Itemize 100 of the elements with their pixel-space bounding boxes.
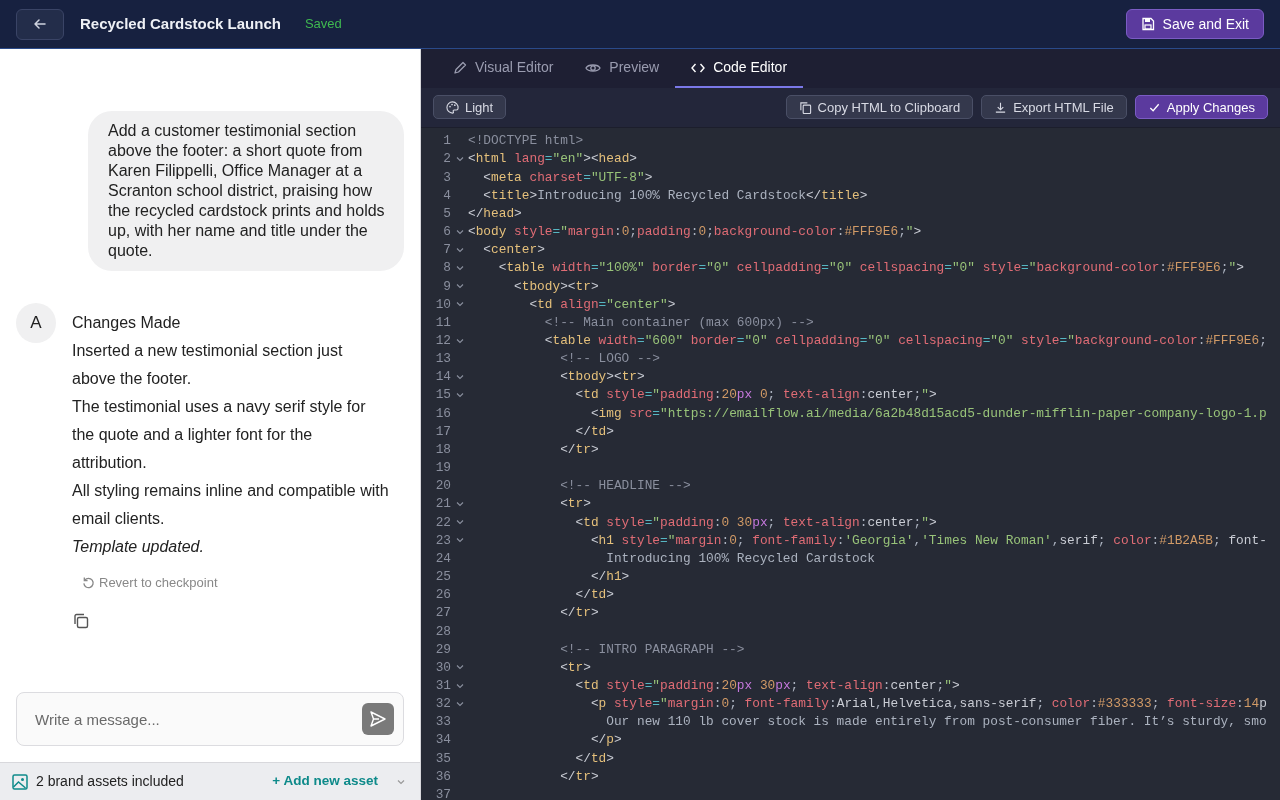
line-number: 32 xyxy=(434,695,451,714)
copy-html-button[interactable]: Copy HTML to Clipboard xyxy=(785,95,974,120)
line-number: 24 xyxy=(434,549,451,568)
line-number: 11 xyxy=(434,313,451,332)
code-line: </h1> xyxy=(589,568,630,587)
copy-icon xyxy=(798,100,812,114)
code-line: <html lang="en"><head> xyxy=(468,150,637,169)
back-arrow-icon xyxy=(33,17,47,31)
line-number: 19 xyxy=(434,459,451,478)
code-line: <td align="center"> xyxy=(528,295,676,314)
code-line: <!-- Main container (max 600px) --> xyxy=(543,313,814,332)
line-number: 31 xyxy=(434,676,451,695)
code-line: <table width="600" border="0" cellpadding="0" cellspacing="0" style="background-color:#FFF9E6; xyxy=(543,332,1267,350)
line-number: 18 xyxy=(434,440,451,459)
project-title: Recycled Cardstock Launch xyxy=(80,13,281,34)
line-number: 34 xyxy=(434,731,451,750)
line-number: 12 xyxy=(434,332,451,350)
line-number: 21 xyxy=(434,495,451,514)
line-number: 25 xyxy=(434,568,451,587)
message-text: The testimonial uses a navy serif style for the quote and a lighter font for the attribution. xyxy=(72,397,367,473)
line-number: 16 xyxy=(434,404,451,423)
line-number: 20 xyxy=(434,477,451,496)
send-button[interactable] xyxy=(362,703,394,735)
assistant-avatar: A xyxy=(16,303,56,343)
fold-caret-icon[interactable] xyxy=(455,664,464,671)
line-number: 30 xyxy=(434,658,451,677)
revert-to-checkpoint-link[interactable]: Revert to checkpoint xyxy=(82,573,390,593)
fold-caret-icon[interactable] xyxy=(455,700,464,707)
pencil-icon xyxy=(453,60,467,75)
line-number: 35 xyxy=(434,749,451,768)
line-number: 8 xyxy=(442,259,451,278)
copy-icon[interactable] xyxy=(73,612,89,629)
fold-caret-icon[interactable] xyxy=(455,156,464,163)
code-line: <!DOCTYPE html> xyxy=(468,132,584,151)
line-number: 17 xyxy=(434,422,451,441)
download-icon xyxy=(994,100,1008,114)
eye-icon xyxy=(585,61,602,74)
code-line: <table width="100%" border="0" cellpadding="0" cellspacing="0" style="background-color:#FFF9E6;"> xyxy=(497,259,1244,278)
code-line: </tr> xyxy=(559,604,599,623)
line-number: 14 xyxy=(434,368,451,387)
line-number: 3 xyxy=(442,168,451,187)
back-button[interactable] xyxy=(16,8,64,40)
line-number: 9 xyxy=(442,277,451,296)
line-number: 6 xyxy=(442,223,451,242)
line-number: 37 xyxy=(434,785,451,800)
code-line: <tr> xyxy=(559,495,591,514)
fold-caret-icon[interactable] xyxy=(455,519,464,526)
code-line: <meta charset="UTF-8"> xyxy=(482,168,653,187)
send-icon xyxy=(369,710,387,728)
fold-caret-icon[interactable] xyxy=(455,501,464,507)
fold-caret-icon[interactable] xyxy=(455,537,464,544)
fold-caret-icon[interactable] xyxy=(455,264,464,271)
code-line: <tr> xyxy=(559,658,591,677)
fold-caret-icon[interactable] xyxy=(455,228,464,235)
save-icon xyxy=(1140,17,1155,31)
theme-toggle-button[interactable]: Light xyxy=(433,95,507,120)
editor-tab[interactable]: Visual Editor xyxy=(437,49,570,88)
apply-changes-button[interactable]: Apply Changes xyxy=(1134,95,1268,120)
message-field[interactable]: Write a message... xyxy=(16,692,404,746)
message-text: All styling remains inline and compatible with email clients. xyxy=(72,481,390,529)
save-status: Saved xyxy=(304,15,342,34)
code-line: </tr> xyxy=(559,767,599,786)
line-number: 29 xyxy=(434,640,451,659)
revert-icon xyxy=(82,576,95,590)
fold-caret-icon[interactable] xyxy=(455,682,464,689)
fold-caret-icon[interactable] xyxy=(455,337,464,344)
line-number: 33 xyxy=(434,713,451,732)
editor-tab[interactable]: Preview xyxy=(569,49,676,88)
code-line: Our new 110 lb cover stock is made entirely from post-consumer fiber. It’s sturdy, smo xyxy=(605,713,1267,732)
code-line: <td style="padding:20px 0; text-align:center;"> xyxy=(574,386,937,405)
code-line: <tbody><tr> xyxy=(559,368,645,387)
code-line: <center> xyxy=(482,241,545,260)
palette-icon xyxy=(446,100,459,114)
save-and-exit-button[interactable]: Save and Exit xyxy=(1125,9,1264,39)
line-number: 23 xyxy=(434,531,451,550)
add-new-asset-link[interactable]: + Add new asset xyxy=(272,771,378,792)
line-number: 22 xyxy=(434,513,451,532)
message-heading: Changes Made xyxy=(72,313,182,333)
fold-caret-icon[interactable] xyxy=(455,301,464,308)
fold-caret-icon[interactable] xyxy=(455,246,464,253)
code-line: <!-- LOGO --> xyxy=(559,350,660,369)
code-line: </head> xyxy=(468,204,522,223)
code-line: <!-- INTRO PARAGRAPH --> xyxy=(559,640,745,659)
fold-caret-icon[interactable] xyxy=(455,392,464,399)
code-line: <img src="https://emailflow.ai/media/6a2b48d15acd5-dunder-mifflin-paper-company-logo-1.p xyxy=(589,404,1267,423)
line-number: 2 xyxy=(442,150,451,169)
code-line: <h1 style="margin:0; font-family:'Georgia','Times New Roman',serif; color:#1B2A5B; font- xyxy=(589,531,1267,550)
brand-assets-count: 2 brand assets included xyxy=(36,772,184,791)
export-html-button[interactable]: Export HTML File xyxy=(981,95,1127,120)
code-line: <td style="padding:20px 30px; text-align:center;"> xyxy=(574,676,960,695)
code-line: </p> xyxy=(589,731,622,750)
image-icon xyxy=(12,773,28,790)
fold-caret-icon[interactable] xyxy=(455,373,464,380)
code-icon xyxy=(691,61,706,74)
line-number: 15 xyxy=(434,386,451,405)
line-number: 10 xyxy=(434,295,451,314)
code-line: <body style="margin:0;padding:0;background-color:#FFF9E6;"> xyxy=(468,223,922,242)
code-line: <p style="margin:0; font-family:Arial,Helvetica,sans-serif; color:#333333; font-size:14p xyxy=(589,695,1267,714)
fold-caret-icon[interactable] xyxy=(455,283,464,290)
message-text: Inserted a new testimonial section just above the footer. xyxy=(72,341,344,389)
